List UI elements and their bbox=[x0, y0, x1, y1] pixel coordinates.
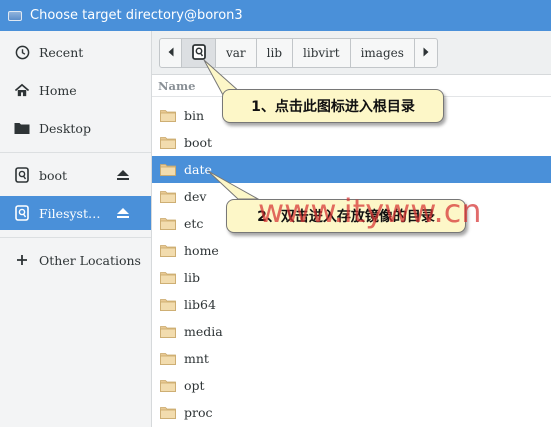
annotation-callout-1: 1、点击此图标进入根目录 bbox=[222, 89, 444, 123]
callout-pointer bbox=[207, 170, 260, 200]
watermark: www.ityww.cn bbox=[258, 192, 482, 230]
